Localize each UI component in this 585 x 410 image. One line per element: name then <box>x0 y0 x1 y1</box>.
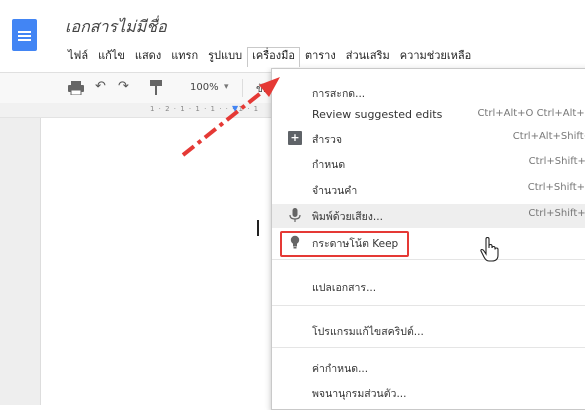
menu-view[interactable]: แสดง <box>130 47 166 67</box>
document-title[interactable]: เอกสารไม่มีชื่อ <box>65 15 167 40</box>
menu-item-voice-typing[interactable]: พิมพ์ด้วยเสียง... Ctrl+Shift+S <box>272 204 585 228</box>
hand-pointer-cursor-icon <box>480 237 499 262</box>
menu-format[interactable]: รูปแบบ <box>203 47 247 67</box>
toolbar-divider <box>242 79 243 97</box>
menu-item-review-edits[interactable]: Review suggested edits Ctrl+Alt+O Ctrl+A… <box>272 104 585 126</box>
menu-item-word-count[interactable]: จำนวนคำ Ctrl+Shift+C <box>272 178 585 200</box>
menu-help[interactable]: ความช่วยเหลือ <box>395 47 476 67</box>
menu-item-define[interactable]: กำหนด Ctrl+Shift+Y <box>272 152 585 174</box>
indent-marker-icon[interactable]: ▼ <box>232 104 238 113</box>
menu-addons[interactable]: ส่วนเสริม <box>341 47 395 67</box>
menu-item-script-editor[interactable]: โปรแกรมแก้ไขสคริปต์... <box>272 319 585 341</box>
menu-tools[interactable]: เครื่องมือ <box>247 47 300 67</box>
paint-format-icon[interactable] <box>150 80 162 95</box>
menu-divider <box>272 305 585 306</box>
google-docs-logo-icon[interactable] <box>12 19 37 51</box>
menu-divider <box>272 347 585 348</box>
ruler-ticks: 1 · 2 · 1 · 1 · 1 · · · 1 · 1 <box>150 105 260 113</box>
microphone-icon <box>289 208 301 222</box>
menu-item-translate-document[interactable]: แปลเอกสาร... <box>272 275 585 297</box>
menu-table[interactable]: ตาราง <box>300 47 341 67</box>
header: เอกสารไม่มีชื่อ ไฟล์ แก้ไข แสดง แทรก รูป… <box>0 0 585 70</box>
undo-icon[interactable]: ↶ <box>95 79 106 94</box>
menu-item-personal-dictionary[interactable]: พจนานุกรมส่วนตัว... <box>272 381 585 403</box>
menu-item-preferences[interactable]: ค่ากำหนด... <box>272 356 585 378</box>
menu-divider <box>272 259 585 260</box>
text-cursor <box>257 220 259 236</box>
menu-item-explore[interactable]: + สำรวจ Ctrl+Alt+Shift+ <box>272 127 585 149</box>
style-select[interactable]: ข้อ <box>256 82 269 97</box>
explore-plus-icon: + <box>288 131 302 145</box>
print-icon[interactable] <box>68 81 84 95</box>
zoom-select[interactable]: 100% <box>190 82 219 93</box>
menu-insert[interactable]: แทรก <box>166 47 203 67</box>
zoom-caret-icon[interactable]: ▾ <box>224 82 229 92</box>
redo-icon[interactable]: ↷ <box>118 79 129 94</box>
menu-edit[interactable]: แก้ไข <box>93 47 130 67</box>
menu-file[interactable]: ไฟล์ <box>63 47 93 67</box>
menu-item-spelling[interactable]: การสะกด... <box>272 81 585 103</box>
menubar: ไฟล์ แก้ไข แสดง แทรก รูปแบบ เครื่องมือ ต… <box>63 47 476 67</box>
highlight-box-voice-typing <box>280 231 409 257</box>
